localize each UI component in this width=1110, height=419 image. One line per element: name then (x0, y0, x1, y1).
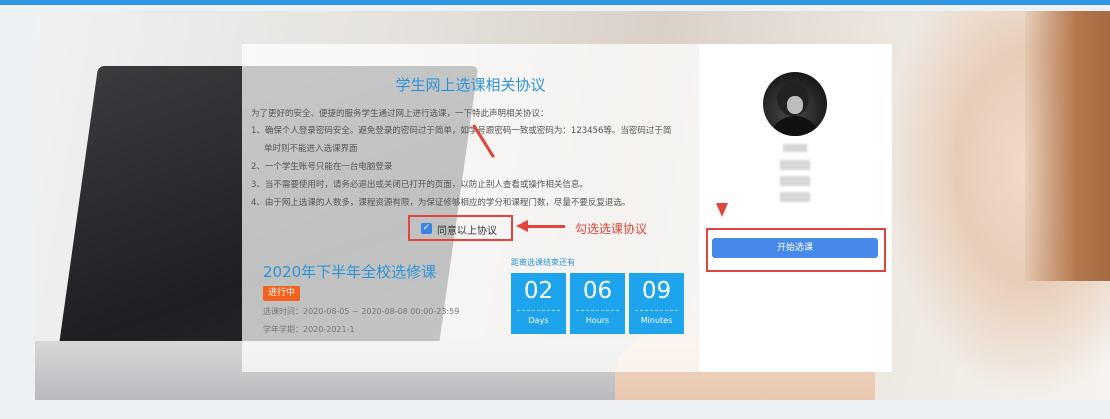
agreement-panel: 学生网上选课相关协议 为了更好的安全、便捷的服务学生通过网上进行选课，一下特此声… (242, 44, 699, 372)
agreement-rule-text: 2、一个学生账号只能在一台电脑登录 (251, 162, 393, 172)
agreement-rule-text: 单时则不能进入选课界面 (264, 144, 358, 154)
user-avatar-icon (763, 72, 827, 136)
agreement-rule: 3、当不需要使用时，请务必退出或关闭已打开的页面，以防止别人查看或操作相关信息。 (251, 176, 691, 194)
background-hair (1025, 11, 1110, 281)
semester: 学年学期：2020-2021-1 (263, 325, 355, 334)
user-info-blurred (780, 192, 810, 202)
user-name-blurred (783, 144, 807, 152)
agreement-rule: 2、一个学生账号只能在一台电脑登录 (251, 158, 691, 176)
arrow-shaft (525, 225, 565, 228)
agreement-rule-text: 4、由于网上选课的人数多，课程资源有限，为保证修够相应的学分和课程门数，尽量不要… (251, 198, 631, 208)
agreement-rule-text: 1、确保个人登录密码安全。避免登录的密码过于简单，如学号跟密码一致或密码为：12… (251, 126, 672, 136)
annotation-hint: 勾选选课协议 (575, 222, 648, 236)
user-info-blurred (780, 176, 810, 186)
agree-checkbox-label[interactable]: 同意以上协议 (437, 222, 497, 237)
countdown-minutes: 09 Minutes (629, 273, 684, 334)
agreement-title: 学生网上选课相关协议 (395, 76, 546, 94)
down-arrow-icon (716, 203, 728, 217)
agree-checkbox-highlight: ✓ 同意以上协议 (408, 215, 513, 241)
countdown-minutes-value: 09 (641, 278, 672, 304)
term-title: 2020年下半年全校选修课 (263, 263, 437, 281)
agreement-rule: 4、由于网上选课的人数多，课程资源有限，为保证修够相应的学分和课程门数，尽量不要… (251, 194, 691, 212)
countdown-hours-unit: Hours (585, 316, 610, 325)
start-selection-button[interactable]: 开始选课 (712, 238, 878, 258)
countdown-hours: 06 Hours (570, 273, 625, 334)
agreement-rule: 1、确保个人登录密码安全。避免登录的密码过于简单，如学号跟密码一致或密码为：12… (251, 122, 691, 158)
countdown-hours-value: 06 (582, 278, 613, 304)
countdown-days-unit: Days (528, 316, 549, 325)
top-bar (0, 0, 1110, 5)
course-selection-card: 学生网上选课相关协议 为了更好的安全、便捷的服务学生通过网上进行选课，一下特此声… (242, 44, 892, 372)
user-info-blurred (780, 160, 810, 170)
agree-checkbox[interactable]: ✓ (421, 223, 432, 234)
status-badge: 进行中 (263, 286, 301, 301)
countdown-days-value: 02 (523, 278, 554, 304)
agreement-intro: 为了更好的安全、便捷的服务学生通过网上进行选课，一下特此声明相关协议： (251, 109, 549, 119)
countdown-days: 02 Days (511, 273, 566, 334)
countdown-minutes-unit: Minutes (640, 316, 673, 325)
selection-period: 选课时间：2020-08-05 ~ 2020-08-08 00:00-23:59 (263, 307, 460, 316)
agreement-rule-text: 3、当不需要使用时，请务必退出或关闭已打开的页面，以防止别人查看或操作相关信息。 (251, 180, 588, 190)
countdown-label: 距离选课结束还有 (511, 258, 575, 267)
